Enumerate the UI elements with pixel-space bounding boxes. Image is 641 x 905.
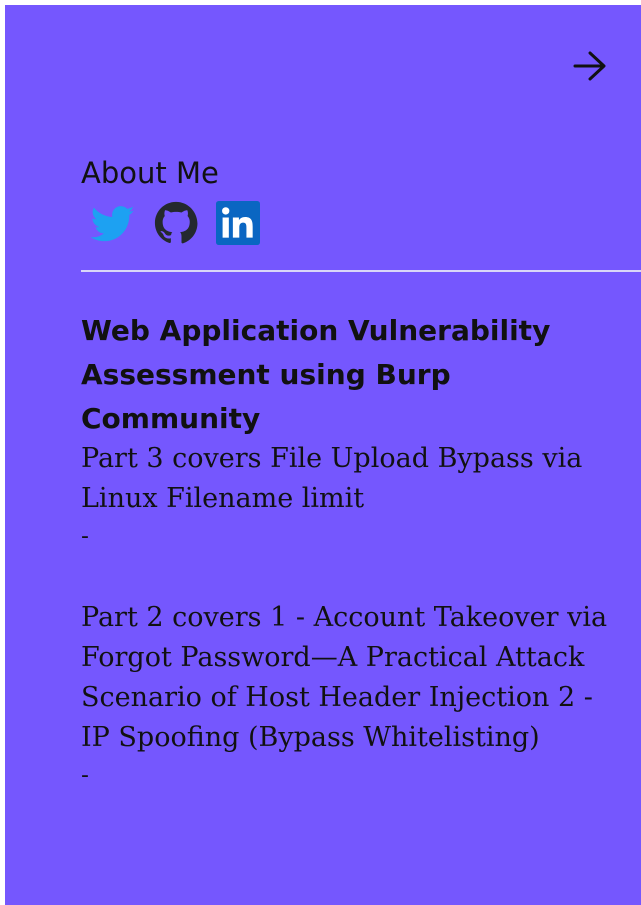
post-link-part-2[interactable]: Part 2 covers 1 - Account Takeover via F… [81,598,626,794]
arrow-right-icon [573,51,606,81]
github-icon [154,201,198,244]
social-links [90,201,260,245]
post-link-part-3[interactable]: Part 3 covers File Upload Bypass via Lin… [81,439,626,555]
linkedin-link[interactable] [216,201,260,245]
section-divider [81,270,641,272]
post-separator: - [81,763,89,788]
forward-arrow-button[interactable] [570,49,610,83]
post-title: Part 2 covers 1 - Account Takeover via F… [81,602,608,753]
series-heading: Web Application Vulnerability Assessment… [81,314,551,435]
twitter-icon [90,206,135,242]
post-separator: - [81,524,89,549]
about-me-title: About Me [81,156,219,190]
linkedin-icon [216,201,260,245]
post-title: Part 3 covers File Upload Bypass via Lin… [81,443,583,514]
github-link[interactable] [154,201,198,245]
side-panel: About Me Web Application Vulnerability A… [5,5,641,905]
twitter-link[interactable] [90,201,135,245]
